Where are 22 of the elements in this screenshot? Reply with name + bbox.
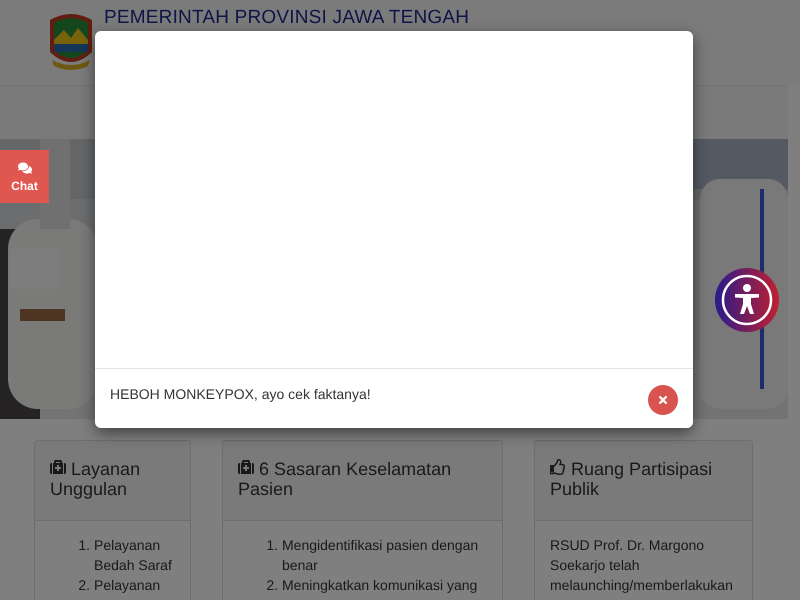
modal-message: HEBOH MONKEYPOX, ayo cek faktanya! xyxy=(110,386,371,402)
list-number: 2. xyxy=(77,576,90,595)
chat-icon xyxy=(18,160,32,174)
list-item: Pelayanan xyxy=(94,576,162,595)
list-number: 1. xyxy=(265,536,278,555)
list-item: Mengidentifikasi pasien dengan benar xyxy=(282,536,480,575)
card-title: Layanan Unggulan xyxy=(50,459,142,499)
card-text: RSUD Prof. Dr. Margono Soekarjo telah melaunching/memberlakukan xyxy=(550,536,734,595)
list-number: 1. xyxy=(77,536,90,555)
close-icon xyxy=(657,394,669,406)
accessibility-icon xyxy=(720,273,774,327)
close-button[interactable] xyxy=(648,385,678,415)
chat-button[interactable]: Chat xyxy=(0,150,49,203)
medkit-icon xyxy=(238,459,254,475)
thumbs-up-icon xyxy=(550,459,566,475)
site-title: PEMERINTAH PROVINSI JAWA TENGAH xyxy=(104,8,470,28)
list-item: Pelayanan Bedah Saraf xyxy=(94,536,173,575)
card-title: Ruang Partisipasi Publik xyxy=(550,459,714,499)
card-title: 6 Sasaran Keselamatan Pasien xyxy=(238,459,452,499)
list-number: 2. xyxy=(265,576,278,595)
medkit-icon xyxy=(50,459,66,475)
list-item: Meningkatkan komunikasi yang xyxy=(282,576,478,595)
